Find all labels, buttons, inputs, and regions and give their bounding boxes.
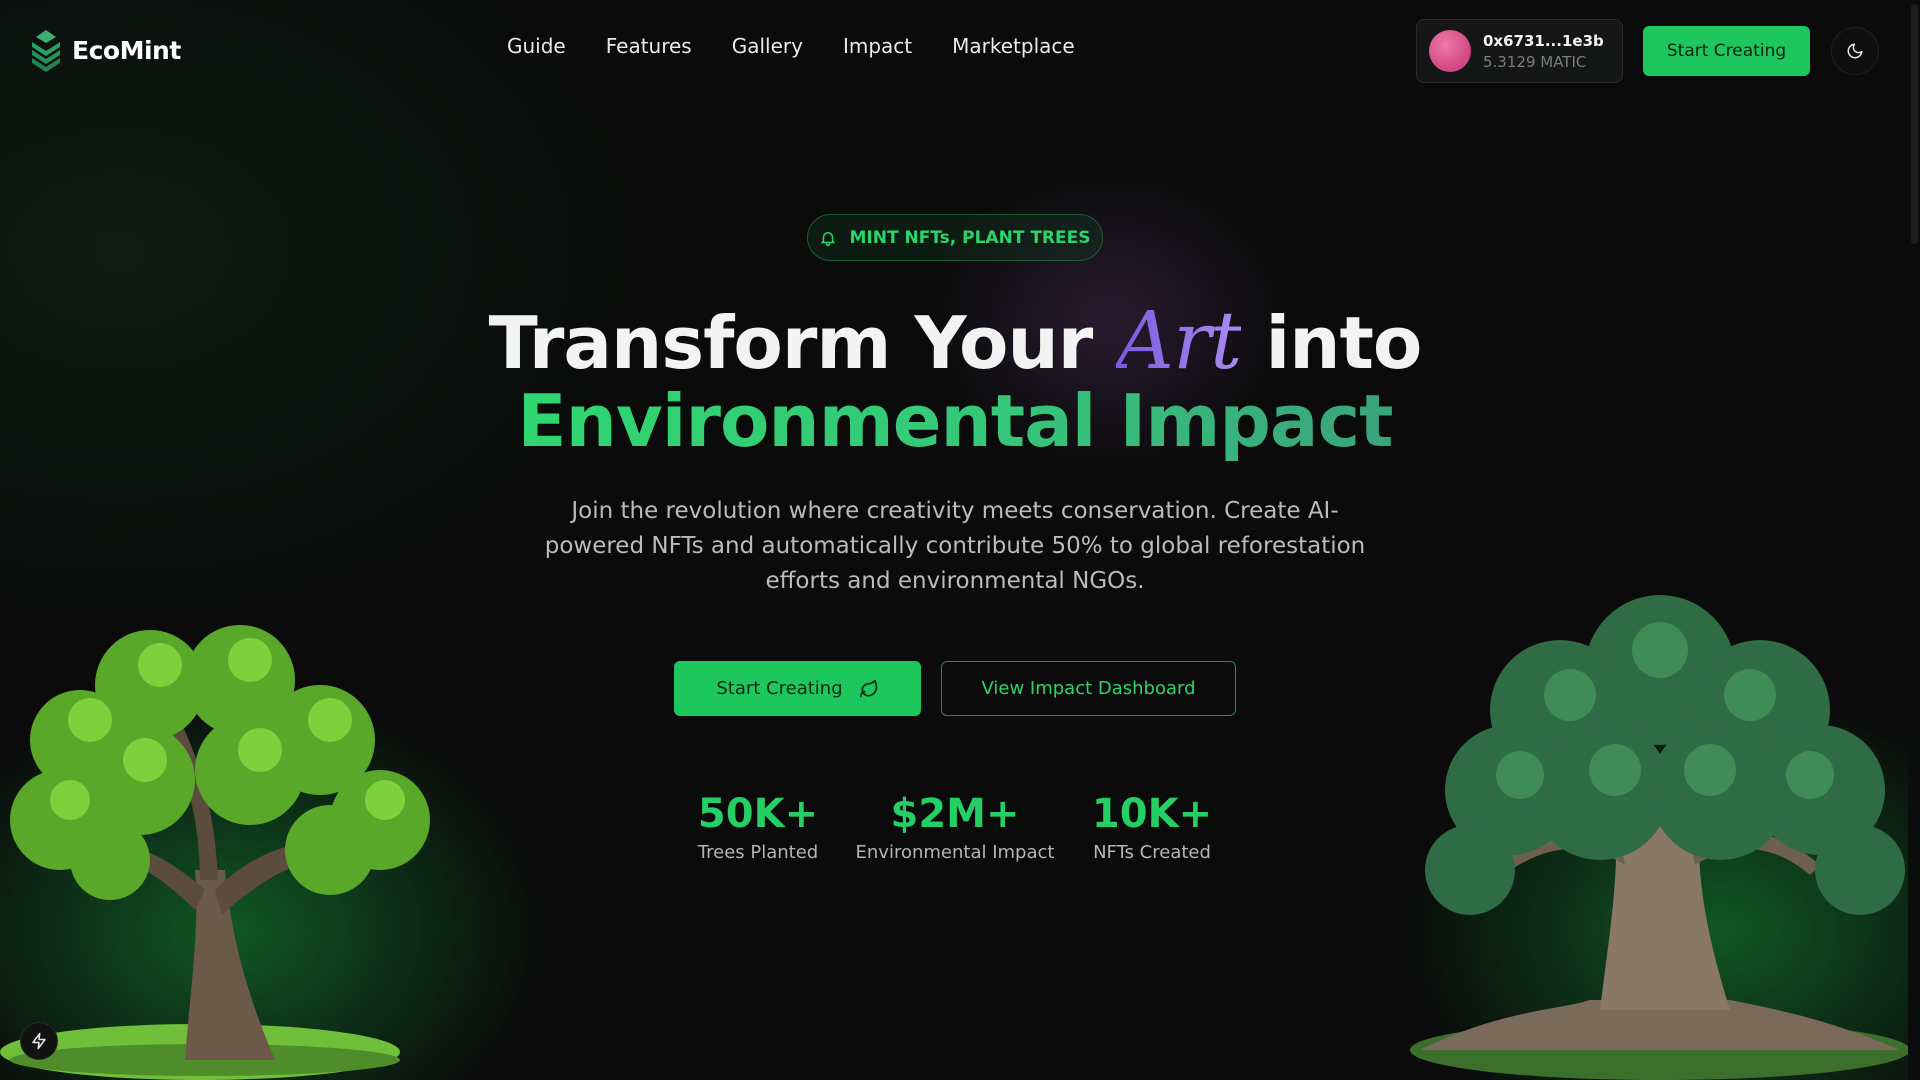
- moon-icon: [1847, 43, 1863, 59]
- header-start-creating-button[interactable]: Start Creating: [1643, 26, 1810, 76]
- lightning-fab-button[interactable]: [20, 1022, 58, 1060]
- stat-trees-planted: 50K+ Trees Planted: [688, 792, 828, 863]
- nav-guide[interactable]: Guide: [507, 34, 566, 58]
- scrollbar-thumb[interactable]: [1911, 4, 1918, 244]
- lightning-icon: [32, 1032, 46, 1050]
- start-creating-label: Start Creating: [716, 678, 843, 699]
- headline-part-2: into: [1241, 301, 1423, 385]
- nav-gallery[interactable]: Gallery: [732, 34, 803, 58]
- leaf-icon: [859, 679, 877, 697]
- wallet-address: 0x6731...1e3b: [1483, 31, 1604, 50]
- main-nav: Guide Features Gallery Impact Marketplac…: [507, 34, 1075, 58]
- nav-marketplace[interactable]: Marketplace: [952, 34, 1075, 58]
- hero-subtitle: Join the revolution where creativity mee…: [544, 498, 1366, 594]
- hero-badge: MINT NFTs, PLANT TREES: [807, 214, 1103, 261]
- stat-label: NFTs Created: [1093, 842, 1211, 863]
- headline-accent-word: Art: [1116, 294, 1242, 387]
- left-tree-illustration: [0, 625, 430, 1080]
- nav-features[interactable]: Features: [606, 34, 692, 58]
- bell-icon: [821, 231, 836, 246]
- leaf-stack-icon: [32, 30, 60, 72]
- stat-value: 50K+: [697, 791, 819, 837]
- wallet-avatar: [1429, 30, 1471, 72]
- stat-nfts-created: 10K+ NFTs Created: [1082, 792, 1222, 863]
- headline-line-2: Environmental Impact: [517, 379, 1393, 463]
- stat-value: 10K+: [1091, 791, 1213, 837]
- page: EcoMint Guide Features Gallery Impact Ma…: [0, 0, 1920, 1080]
- stat-value: $2M+: [890, 791, 1020, 837]
- right-tree-illustration: [1410, 595, 1910, 1080]
- hero-badge-label: MINT NFTs, PLANT TREES: [849, 227, 1091, 248]
- logo[interactable]: EcoMint: [28, 28, 181, 72]
- headline-part-1: Transform Your: [488, 301, 1117, 385]
- wallet-chip[interactable]: 0x6731...1e3b 5.3129 MATIC: [1416, 19, 1623, 83]
- stat-label: Trees Planted: [697, 842, 819, 863]
- stat-environmental-impact: $2M+ Environmental Impact: [847, 792, 1063, 863]
- view-impact-dashboard-button[interactable]: View Impact Dashboard: [941, 661, 1236, 716]
- theme-toggle-button[interactable]: [1831, 27, 1879, 75]
- stat-label: Environmental Impact: [855, 842, 1055, 863]
- header: EcoMint Guide Features Gallery Impact Ma…: [0, 0, 1920, 100]
- nav-impact[interactable]: Impact: [843, 34, 912, 58]
- wallet-balance: 5.3129 MATIC: [1483, 52, 1587, 71]
- hero-headline: Transform Your Art into Environmental Im…: [0, 301, 1910, 463]
- start-creating-button[interactable]: Start Creating: [674, 661, 921, 716]
- brand-name: EcoMint: [72, 35, 181, 65]
- wallet-info: 0x6731...1e3b 5.3129 MATIC: [1483, 32, 1604, 71]
